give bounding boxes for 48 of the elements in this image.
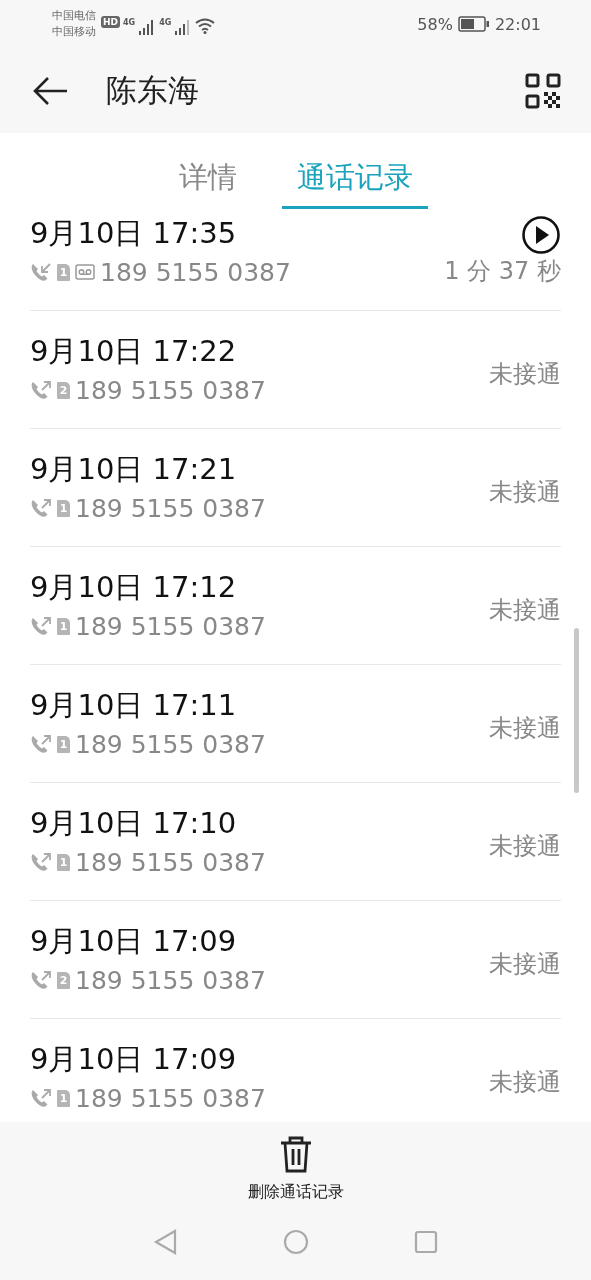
call-time: 9月10日 17:10 [30,805,238,841]
phone-number: 189 5155 0387 [75,375,266,405]
sim-card-badge: 2 [57,971,70,989]
battery-icon [457,16,490,32]
call-duration: 1 分 37 秒 [444,256,561,287]
play-icon[interactable] [521,215,561,255]
tab[interactable]: 详情 [163,158,252,209]
sim-card-badge: 1 [57,499,70,517]
qr-code-icon[interactable] [525,72,561,109]
call-time: 9月10日 17:09 [30,1041,238,1077]
call-time: 9月10日 17:09 [30,923,238,959]
phone-number: 189 5155 0387 [75,1083,266,1113]
call-status: 未接通 [489,949,561,980]
contact-name: 陈东海 [106,70,200,110]
call-time: 9月10日 17:11 [30,687,238,723]
call-time: 9月10日 17:21 [30,451,238,487]
phone-number: 189 5155 0387 [75,965,266,995]
network-type: 4G [159,18,172,27]
sim-card-badge: 1 [57,735,70,753]
phone-number: 189 5155 0387 [75,847,266,877]
sim-card-badge: 1 [57,617,70,635]
carrier-name: 中国移动 [52,24,96,40]
call-status: 未接通 [489,1067,561,1098]
call-time: 9月10日 17:22 [30,333,238,369]
hd-badge: HD [101,16,120,28]
delete-call-log-button[interactable]: 删除通话记录 [243,1122,348,1205]
call-status: 未接通 [489,359,561,390]
carrier-name: 中国电信 [52,8,96,24]
call-status: 未接通 [489,477,561,508]
sim-card-badge: 1 [57,1089,70,1107]
call-status: 未接通 [489,713,561,744]
tab[interactable]: 通话记录 [281,158,428,209]
phone-number: 189 5155 0387 [100,257,291,287]
battery-percent: 58% [417,14,453,34]
call-status: 未接通 [489,831,561,862]
phone-number: 189 5155 0387 [75,611,266,641]
call-time: 9月10日 17:35 [30,215,238,251]
phone-number: 189 5155 0387 [75,729,266,759]
phone-number: 189 5155 0387 [75,493,266,523]
sim-card-badge: 2 [57,381,70,399]
clock-time: 22:01 [494,14,541,34]
sim-card-badge: 1 [57,263,70,281]
sim-card-badge: 1 [57,853,70,871]
call-time: 9月10日 17:12 [30,569,238,605]
back-arrow-icon[interactable] [33,75,69,106]
call-status: 未接通 [489,595,561,626]
wifi-icon [195,18,216,34]
network-type: 4G [123,18,136,27]
